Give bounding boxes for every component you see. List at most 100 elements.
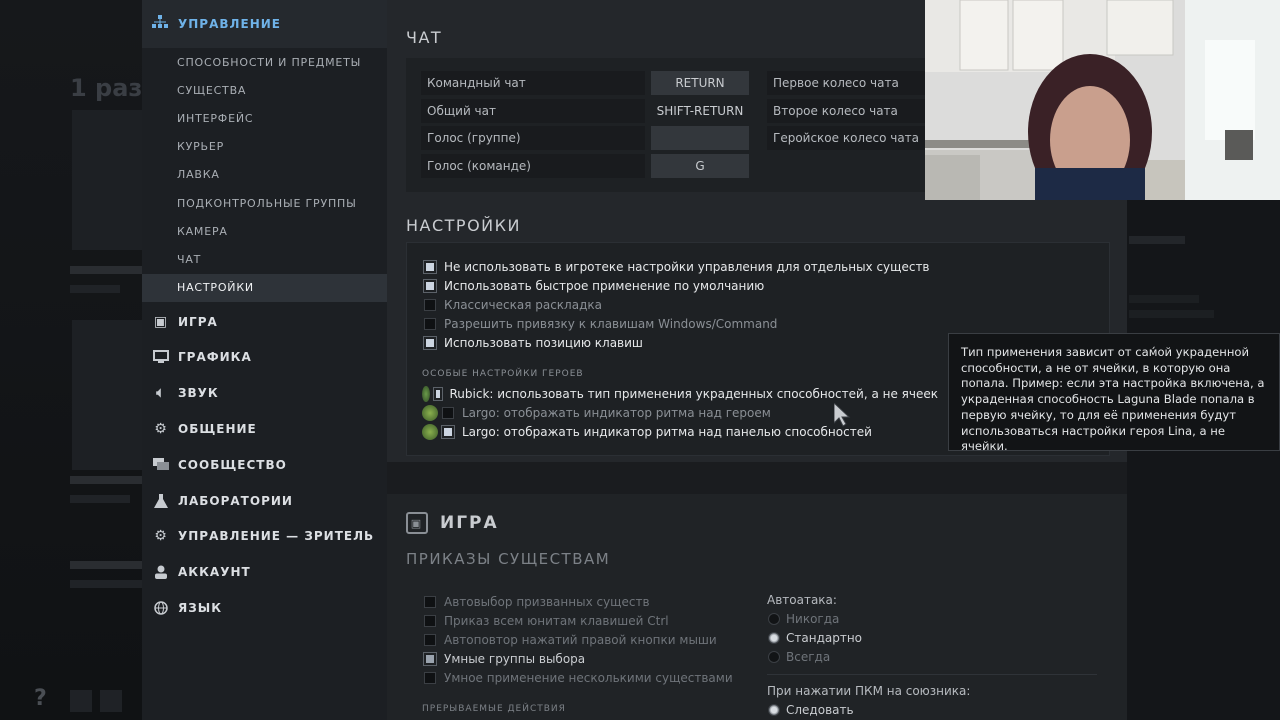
radio-label: Стандартно	[786, 631, 863, 645]
chat-bubble-icon	[152, 456, 170, 474]
option-smart-multi-unit-cast[interactable]: Умное применение несколькими существами	[424, 671, 733, 685]
keybind-button[interactable]: RETURN	[651, 71, 749, 95]
chat-wheel-2[interactable]: Второе колесо чата	[767, 99, 927, 123]
background-button[interactable]	[100, 690, 122, 712]
webcam-overlay	[925, 0, 1280, 200]
option-auto-select-summoned[interactable]: Автовыбор призванных существ	[424, 595, 650, 609]
radio-follow[interactable]: Следовать	[768, 703, 854, 717]
nav-section-community[interactable]: СООБЩЕСТВО	[142, 447, 387, 483]
autoattack-label: Автоатака:	[767, 593, 837, 607]
keybind-label: Голос (группе)	[421, 126, 645, 150]
option-legacy-keys[interactable]: Классическая раскладка	[424, 298, 602, 312]
keybind-button[interactable]: SHIFT-RETURN	[651, 99, 749, 123]
checkbox[interactable]	[424, 318, 436, 330]
nav-section-account[interactable]: АККАУНТ	[142, 554, 387, 590]
radio-button[interactable]	[768, 632, 780, 644]
checkbox[interactable]	[423, 260, 437, 274]
background-line	[1129, 295, 1199, 303]
option-label: Умное применение несколькими существами	[444, 671, 733, 685]
nav-item-courier[interactable]: КУРЬЕР	[142, 133, 387, 161]
hero-settings-subtitle: ОСОБЫЕ НАСТРОЙКИ ГЕРОЕВ	[422, 369, 584, 379]
radio-button[interactable]	[768, 651, 780, 663]
nav-section-social[interactable]: ⚙ ОБЩЕНИЕ	[142, 411, 387, 447]
nav-item-control-groups[interactable]: ПОДКОНТРОЛЬНЫЕ ГРУППЫ	[142, 189, 387, 217]
radio-button[interactable]	[768, 704, 780, 716]
option-largo-rhythm-abilities[interactable]: Largo: отображать индикатор ритма над па…	[422, 424, 872, 440]
option-largo-rhythm-hero[interactable]: Largo: отображать индикатор ритма над ге…	[422, 405, 771, 421]
nav-item-camera[interactable]: КАМЕРА	[142, 217, 387, 245]
option-windows-command-keys[interactable]: Разрешить привязку к клавишам Windows/Co…	[424, 317, 777, 331]
option-label: Умные группы выбора	[444, 652, 586, 666]
background-button[interactable]	[70, 690, 92, 712]
background-line	[70, 495, 130, 503]
checkbox[interactable]	[442, 407, 454, 419]
keybind-button[interactable]: G	[651, 154, 749, 178]
nav-section-sound[interactable]: 🔈︎ ЗВУК	[142, 375, 387, 411]
chat-row: Голос (группе)	[421, 126, 645, 150]
help-icon[interactable]: ?	[34, 686, 56, 712]
spectator-gear-icon: ⚙	[154, 528, 168, 545]
radio-never[interactable]: Никогда	[768, 612, 839, 626]
radio-standard[interactable]: Стандартно	[768, 631, 862, 645]
hero-chat-wheel[interactable]: Геройское колесо чата	[767, 126, 927, 150]
unit-orders-title: ПРИКАЗЫ СУЩЕСТВАМ	[406, 550, 611, 568]
nav-section-spectator-controls[interactable]: ⚙ УПРАВЛЕНИЕ — ЗРИТЕЛЬ	[142, 518, 387, 554]
option-smart-select-groups[interactable]: Умные группы выбора	[423, 652, 586, 666]
nav-item-interface[interactable]: ИНТЕРФЕЙС	[142, 104, 387, 132]
nav-section-label: ГРАФИКА	[178, 350, 252, 365]
radio-always[interactable]: Всегда	[768, 650, 830, 664]
gamepad-icon: ▣	[153, 313, 169, 330]
background-card	[72, 320, 144, 470]
chat-wheel-1[interactable]: Первое колесо чата	[767, 71, 927, 95]
checkbox[interactable]	[424, 299, 436, 311]
option-label: Largo: отображать индикатор ритма над ге…	[462, 406, 771, 420]
chat-row: Общий чат	[421, 99, 645, 123]
option-auto-repeat-rmb[interactable]: Автоповтор нажатий правой кнопки мыши	[424, 633, 717, 647]
checkbox[interactable]	[423, 279, 437, 293]
nav-section-label: ЗВУК	[178, 386, 219, 401]
right-background	[1127, 200, 1280, 720]
nav-section-language[interactable]: ЯЗЫК	[142, 590, 387, 626]
nav-section-label: СООБЩЕСТВО	[178, 457, 287, 472]
nav-item-shop[interactable]: ЛАВКА	[142, 161, 387, 189]
checkbox[interactable]	[441, 425, 455, 439]
nav-item-settings[interactable]: НАСТРОЙКИ	[142, 273, 387, 302]
option-label: Использовать быстрое применение по умолч…	[444, 279, 765, 293]
nav-item-units[interactable]: СУЩЕСТВА	[142, 76, 387, 104]
game-icon: ▣	[406, 512, 428, 534]
option-label: Автоповтор нажатий правой кнопки мыши	[444, 633, 717, 647]
largo-icon	[422, 405, 438, 421]
nav-section-controls[interactable]: УПРАВЛЕНИЕ	[142, 0, 387, 48]
nav-item-chat[interactable]: ЧАТ	[142, 245, 387, 273]
background-line	[1129, 236, 1185, 244]
rmb-ally-label: При нажатии ПКМ на союзника:	[767, 684, 971, 698]
checkbox[interactable]	[424, 615, 436, 627]
option-key-position[interactable]: Использовать позицию клавиш	[423, 336, 643, 350]
nav-section-label: ИГРА	[178, 314, 218, 329]
option-ctrl-all-units[interactable]: Приказ всем юнитам клавишей Ctrl	[424, 614, 669, 628]
option-no-unit-controls-demo[interactable]: Не использовать в игротеке настройки упр…	[423, 260, 930, 274]
nav-section-label: УПРАВЛЕНИЕ — ЗРИТЕЛЬ	[178, 529, 375, 544]
keybind-label: Общий чат	[421, 99, 645, 123]
background-line	[70, 266, 142, 274]
nav-section-game[interactable]: ▣ ИГРА	[142, 304, 387, 340]
radio-label: Следовать	[786, 703, 854, 717]
checkbox[interactable]	[423, 336, 437, 350]
checkbox[interactable]	[423, 652, 437, 666]
option-label: Классическая раскладка	[444, 298, 602, 312]
keybind-button[interactable]	[651, 126, 749, 150]
option-quickcast-default[interactable]: Использовать быстрое применение по умолч…	[423, 279, 765, 293]
interruptible-actions-title: ПРЕРЫВАЕМЫЕ ДЕЙСТВИЯ	[422, 704, 566, 714]
nav-section-labs[interactable]: ЛАБОРАТОРИИ	[142, 483, 387, 519]
option-rubick-stolen-abilities[interactable]: Rubick: использовать тип применения укра…	[422, 386, 938, 402]
radio-button[interactable]	[768, 613, 780, 625]
nav-section-graphics[interactable]: ГРАФИКА	[142, 339, 387, 375]
mouse-cursor-icon	[833, 401, 854, 431]
checkbox[interactable]	[424, 634, 436, 646]
checkbox[interactable]	[424, 672, 436, 684]
nav-item-abilities[interactable]: СПОСОБНОСТИ И ПРЕДМЕТЫ	[142, 48, 387, 76]
checkbox[interactable]	[424, 596, 436, 608]
chat-row: Голос (команде)	[421, 154, 645, 178]
divider	[767, 674, 1097, 675]
checkbox[interactable]	[432, 387, 443, 401]
